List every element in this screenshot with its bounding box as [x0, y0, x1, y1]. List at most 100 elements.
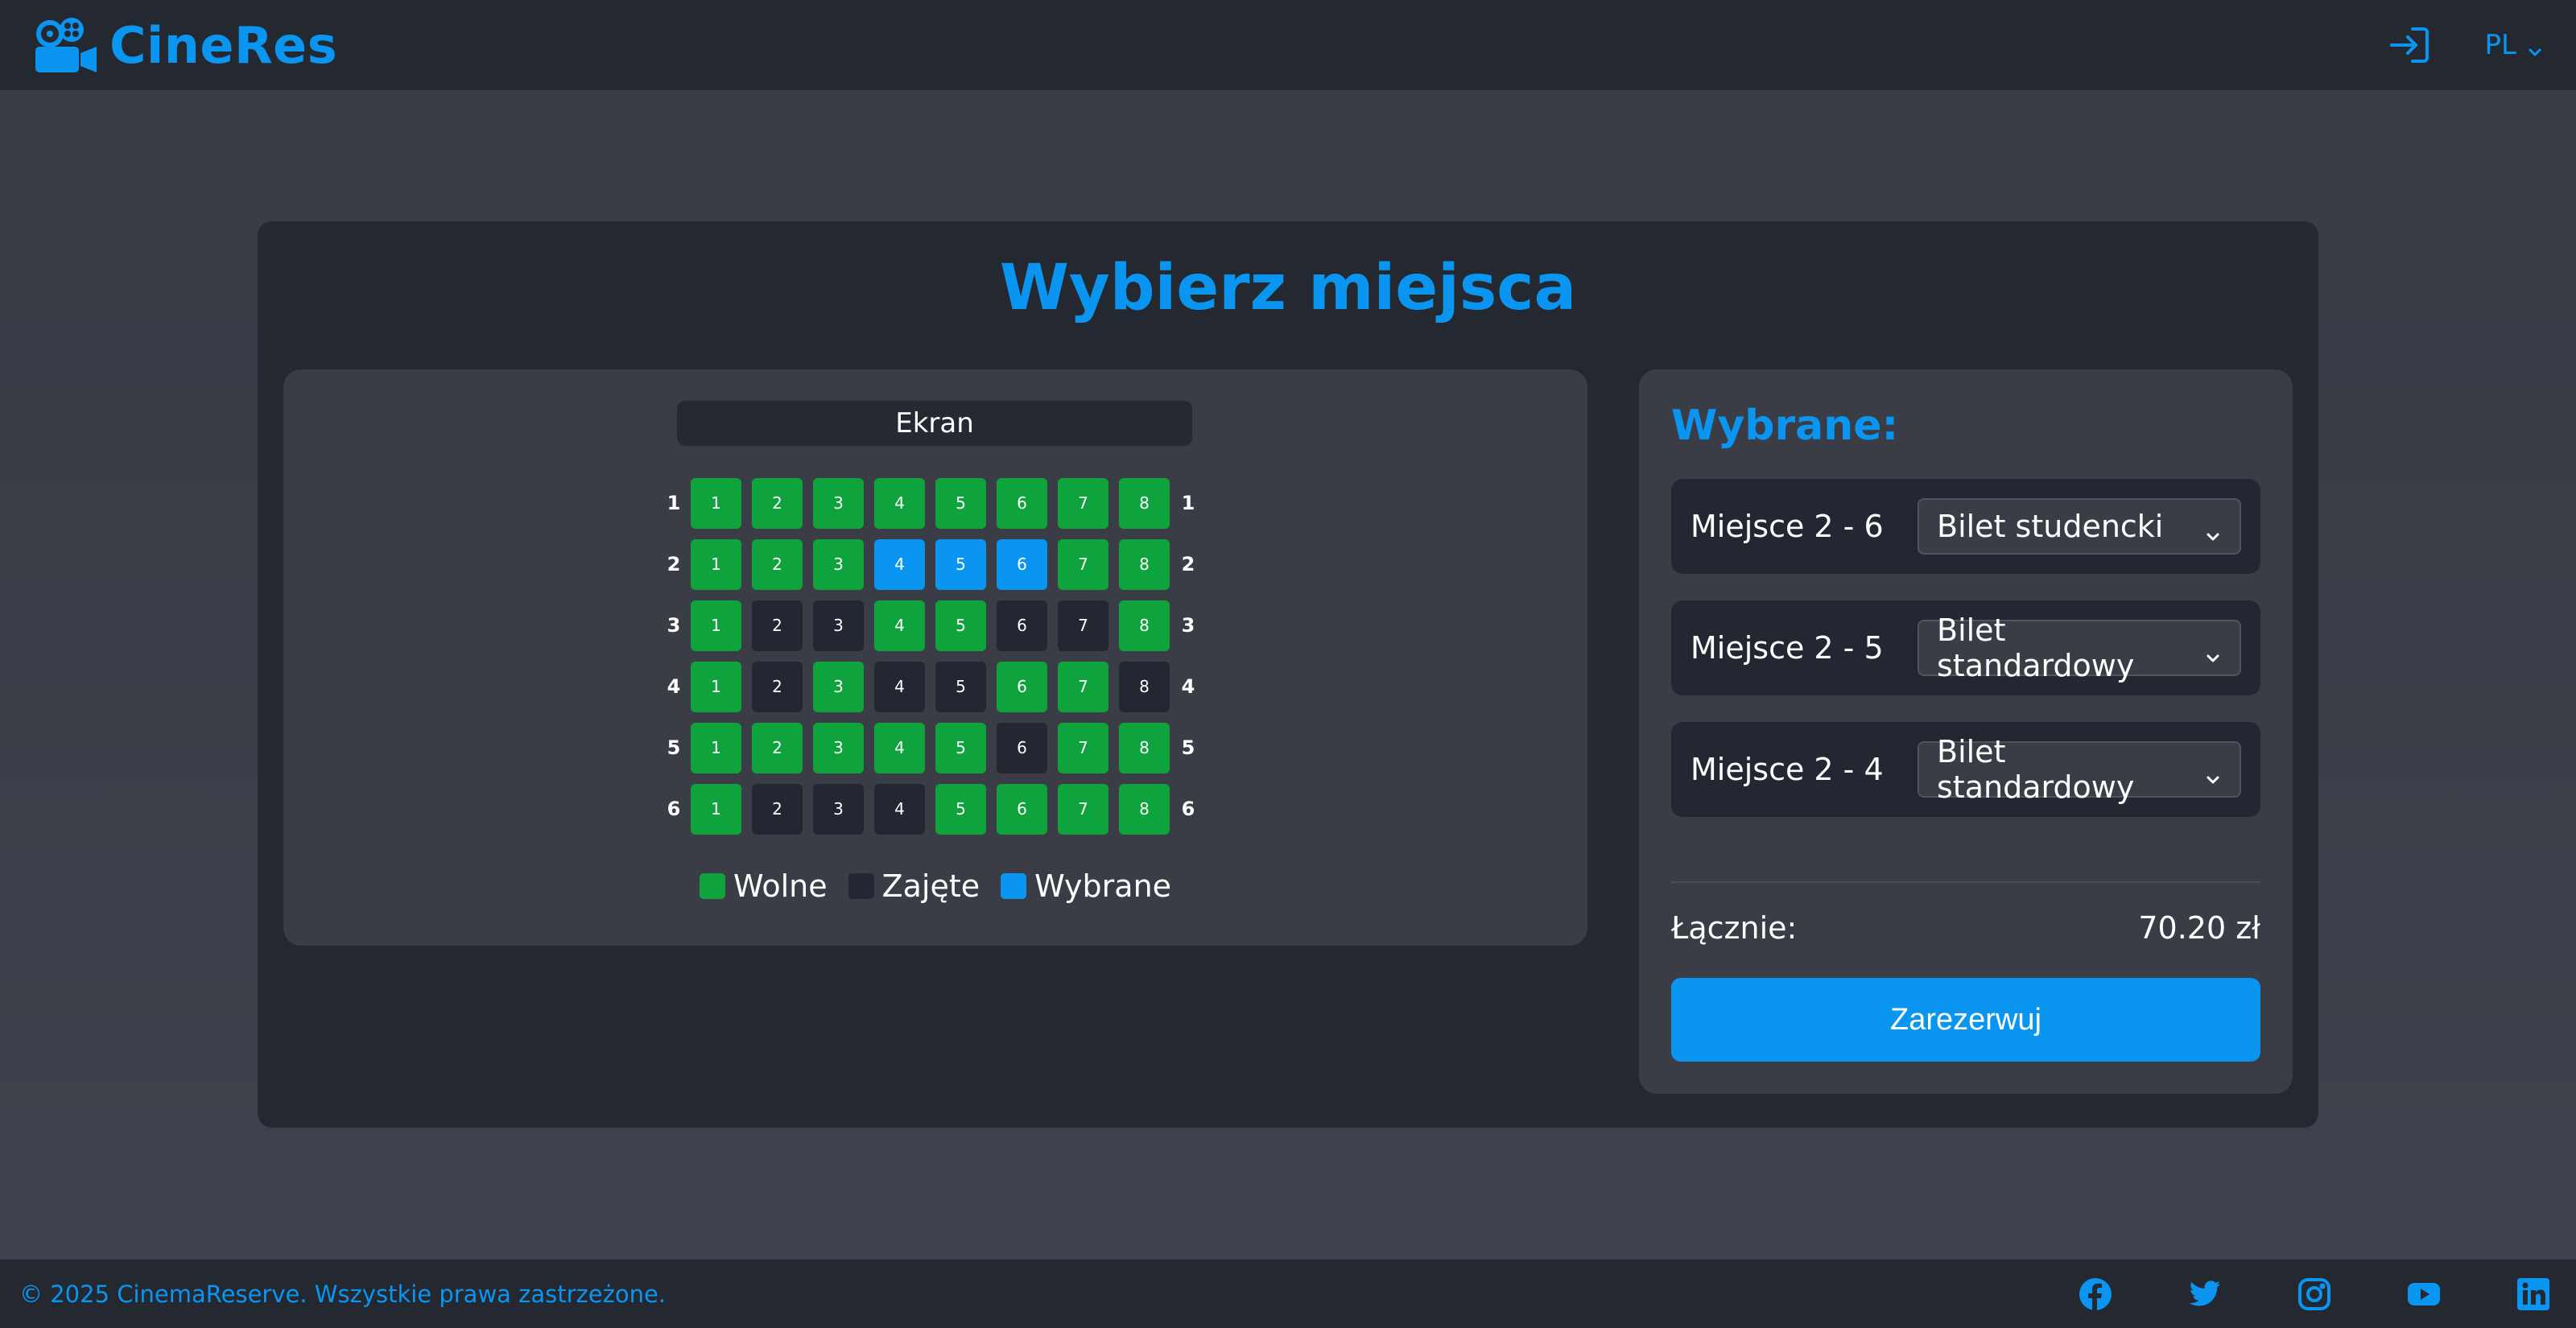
seat[interactable]: 8 [1119, 600, 1170, 651]
brand[interactable]: CineRes [32, 16, 337, 75]
ticket-type-select[interactable]: Bilet studencki [1918, 498, 2241, 555]
seat-row-seats: 12345678 [691, 538, 1170, 590]
seat[interactable]: 2 [752, 722, 803, 773]
seat[interactable]: 3 [813, 722, 864, 773]
legend-free: Wolne [699, 868, 828, 904]
seat[interactable]: 4 [874, 538, 925, 590]
seat-row: 5123456785 [662, 717, 1200, 778]
seat-row-seats: 12345678 [691, 477, 1170, 529]
app-footer: © 2025 CinemaReserve. Wszystkie prawa za… [0, 1260, 2576, 1328]
seat: 7 [1058, 600, 1108, 651]
seat[interactable]: 1 [691, 600, 741, 651]
row-label: 3 [1181, 614, 1195, 637]
facebook-icon[interactable] [2079, 1277, 2112, 1311]
legend-selected-swatch [1001, 873, 1027, 899]
legend-selected-label: Wybrane [1034, 868, 1172, 904]
seat[interactable]: 4 [874, 477, 925, 529]
screen-label: Ekran [677, 401, 1192, 446]
row-label: 2 [1181, 553, 1195, 575]
row-label: 6 [667, 798, 681, 820]
row-label: 4 [667, 675, 681, 698]
seat: 3 [813, 600, 864, 651]
seat[interactable]: 3 [813, 661, 864, 712]
chevron-down-icon [2204, 639, 2222, 662]
sign-in-icon[interactable] [2388, 24, 2430, 66]
seat[interactable]: 7 [1058, 661, 1108, 712]
ticket-row: Miejsce 2 - 5 Bilet standardowy [1671, 600, 2260, 695]
film-camera-icon [32, 16, 98, 74]
seat[interactable]: 5 [935, 722, 986, 773]
seat[interactable]: 1 [691, 783, 741, 835]
seat: 6 [997, 722, 1047, 773]
seat[interactable]: 1 [691, 722, 741, 773]
seat[interactable]: 2 [752, 538, 803, 590]
seat[interactable]: 7 [1058, 722, 1108, 773]
language-selector[interactable]: PL [2485, 29, 2544, 61]
ticket-type-value: Bilet standardowy [1937, 734, 2135, 805]
seat-legend: Wolne Zajęte Wybrane [283, 868, 1587, 904]
row-label: 5 [1181, 736, 1195, 759]
seat[interactable]: 6 [997, 538, 1047, 590]
app-header: CineRes PL [0, 0, 2576, 90]
seat-row: 2123456782 [662, 534, 1200, 595]
row-label: 5 [667, 736, 681, 759]
seat[interactable]: 6 [997, 477, 1047, 529]
selected-title: Wybrane: [1671, 402, 1899, 450]
seat[interactable]: 7 [1058, 538, 1108, 590]
ticket-type-select[interactable]: Bilet standardowy [1918, 612, 2241, 683]
legend-free-label: Wolne [733, 868, 828, 904]
language-label: PL [2484, 29, 2516, 61]
seat[interactable]: 1 [691, 477, 741, 529]
seat[interactable]: 5 [935, 477, 986, 529]
linkedin-icon[interactable] [2516, 1277, 2550, 1311]
seat: 5 [935, 661, 986, 712]
seat-row-seats: 12345678 [691, 783, 1170, 835]
seat[interactable]: 5 [935, 538, 986, 590]
seat[interactable]: 8 [1119, 538, 1170, 590]
seat[interactable]: 7 [1058, 783, 1108, 835]
selected-seats-panel: Wybrane: Miejsce 2 - 6 Bilet studencki M… [1639, 369, 2293, 1094]
seat[interactable]: 6 [997, 783, 1047, 835]
seat[interactable]: 8 [1119, 783, 1170, 835]
seat[interactable]: 1 [691, 538, 741, 590]
reserve-button[interactable]: Zarezerwuj [1671, 978, 2260, 1062]
seat-row-seats: 12345678 [691, 600, 1170, 651]
chevron-down-icon [2526, 36, 2544, 56]
seat-row: 4123456784 [662, 656, 1200, 717]
ticket-seat-label: Miejsce 2 - 5 [1690, 630, 1884, 666]
seat: 6 [997, 600, 1047, 651]
legend-free-swatch [699, 873, 725, 899]
seat[interactable]: 4 [874, 722, 925, 773]
chevron-down-icon [2204, 761, 2222, 784]
seat[interactable]: 5 [935, 600, 986, 651]
seat[interactable]: 8 [1119, 722, 1170, 773]
twitter-icon[interactable] [2188, 1277, 2222, 1311]
seat[interactable]: 8 [1119, 477, 1170, 529]
seat-row: 1123456781 [662, 472, 1200, 534]
seat[interactable]: 4 [874, 600, 925, 651]
seat: 2 [752, 661, 803, 712]
seat[interactable]: 5 [935, 783, 986, 835]
seat[interactable]: 3 [813, 538, 864, 590]
row-label: 3 [667, 614, 681, 637]
seat[interactable]: 2 [752, 477, 803, 529]
seat: 2 [752, 600, 803, 651]
page-title: Wybierz miejsca [999, 252, 1577, 324]
row-label: 1 [667, 492, 681, 514]
seat[interactable]: 3 [813, 477, 864, 529]
header-actions: PL [2388, 24, 2544, 66]
seat: 2 [752, 783, 803, 835]
seat[interactable]: 7 [1058, 477, 1108, 529]
ticket-type-value: Bilet studencki [1937, 509, 2164, 544]
copyright: © 2025 CinemaReserve. Wszystkie prawa za… [19, 1280, 667, 1308]
seat-row-seats: 12345678 [691, 722, 1170, 773]
ticket-seat-label: Miejsce 2 - 6 [1690, 509, 1884, 544]
ticket-type-select[interactable]: Bilet standardowy [1918, 734, 2241, 805]
seat-row-seats: 12345678 [691, 661, 1170, 712]
ticket-type-value: Bilet standardowy [1937, 612, 2135, 683]
instagram-icon[interactable] [2297, 1277, 2331, 1311]
seat-map-panel: Ekran 1123456781212345678231234567834123… [283, 369, 1587, 946]
youtube-icon[interactable] [2407, 1277, 2441, 1311]
seat[interactable]: 6 [997, 661, 1047, 712]
seat[interactable]: 1 [691, 661, 741, 712]
